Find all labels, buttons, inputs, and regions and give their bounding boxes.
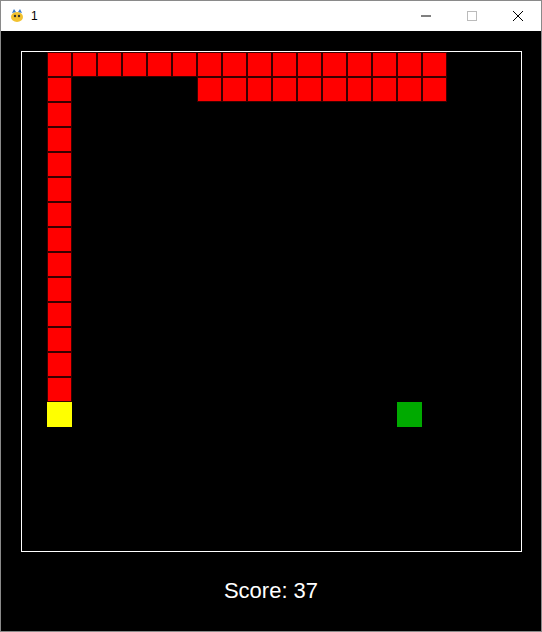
game-window: 1 Score: 37 [0,0,542,632]
snake-segment [222,52,247,77]
snake-segment [47,302,72,327]
snake-segment [197,52,222,77]
snake-segment [297,77,322,102]
snake-segment [347,77,372,102]
snake-segment [47,77,72,102]
snake-segment [47,152,72,177]
pygame-icon [9,8,25,24]
snake-segment [397,77,422,102]
minimize-button[interactable] [403,1,449,31]
snake-segment [347,52,372,77]
snake-segment [47,252,72,277]
snake-segment [72,52,97,77]
maximize-icon [467,11,477,21]
score-label: Score: 37 [224,578,318,604]
snake-segment [247,52,272,77]
snake-segment [297,52,322,77]
snake-segment [372,77,397,102]
snake-segment [322,77,347,102]
maximize-button[interactable] [449,1,495,31]
title-bar[interactable]: 1 [1,1,541,31]
snake-segment [422,77,447,102]
snake-head [47,402,72,427]
snake-segment [47,102,72,127]
snake-segment [197,77,222,102]
game-area: Score: 37 [1,31,541,631]
snake-segment [247,77,272,102]
snake-segment [147,52,172,77]
snake-segment [122,52,147,77]
snake-segment [422,52,447,77]
snake-segment [222,77,247,102]
close-icon [513,11,523,21]
window-title: 1 [31,7,38,25]
snake-segment [172,52,197,77]
snake-segment [272,77,297,102]
snake-segment [47,377,72,402]
close-button[interactable] [495,1,541,31]
snake-segment [372,52,397,77]
snake-segment [47,127,72,152]
board[interactable] [21,51,522,552]
snake-segment [47,227,72,252]
snake-segment [47,202,72,227]
snake-segment [47,277,72,302]
snake-segment [47,327,72,352]
minimize-icon [421,11,431,21]
snake-segment [397,52,422,77]
snake-segment [272,52,297,77]
snake-segment [97,52,122,77]
snake-segment [322,52,347,77]
snake-segment [47,352,72,377]
snake-segment [47,177,72,202]
snake-segment [47,52,72,77]
food [397,402,422,427]
